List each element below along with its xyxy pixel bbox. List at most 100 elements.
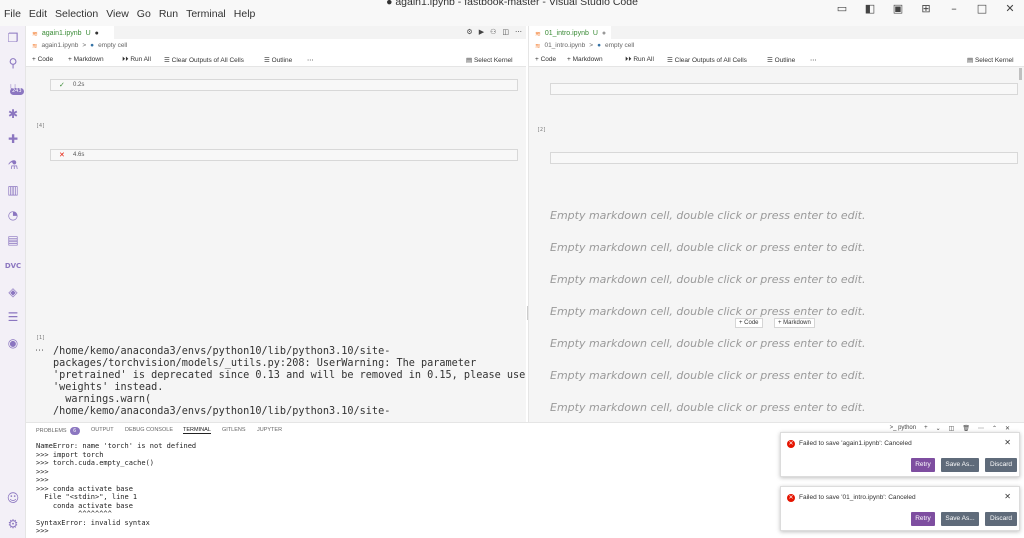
terminal-line: >>> conda activate base <box>36 484 133 493</box>
gear-icon[interactable]: ⚙ <box>466 28 472 36</box>
docker-icon[interactable]: ◈ <box>5 284 21 300</box>
extensions-icon[interactable]: ✚ <box>5 131 21 147</box>
tab-output[interactable]: OUTPUT <box>91 427 114 433</box>
trash-icon[interactable]: 🗑 <box>962 425 970 432</box>
dvc-icon[interactable]: DVC <box>5 258 21 274</box>
cell-input[interactable] <box>550 152 1018 164</box>
menu-file[interactable]: File <box>0 8 25 24</box>
debug-icon[interactable]: ⚇ <box>490 28 496 36</box>
tab-01-intro[interactable]: ≋ 01_intro.ipynb U ● <box>529 26 611 39</box>
markdown-cell[interactable]: Empty markdown cell, double click or pre… <box>550 305 865 318</box>
python-icon: ● <box>597 42 602 49</box>
chart-icon[interactable]: ▥ <box>5 182 21 198</box>
clear-outputs-button[interactable]: ☰ Clear Outputs of All Cells <box>164 56 244 64</box>
insert-code-button[interactable]: + Code <box>735 318 763 328</box>
breadcrumb-file[interactable]: 01_intro.ipynb <box>544 42 585 52</box>
tab-problems[interactable]: PROBLEMS 6 <box>36 427 80 435</box>
list-icon[interactable]: ☰ <box>5 309 21 325</box>
markdown-cell[interactable]: Empty markdown cell, double click or pre… <box>550 337 865 350</box>
insert-markdown-button[interactable]: + Markdown <box>774 318 815 328</box>
tab-jupyter[interactable]: JUPYTER <box>257 427 282 433</box>
outline-button[interactable]: ☰ Outline <box>767 56 795 64</box>
output-line: 'weights' instead. <box>53 382 164 393</box>
menu-terminal[interactable]: Terminal <box>182 8 230 24</box>
gitlens-icon[interactable]: ◔ <box>5 207 21 223</box>
outline-button[interactable]: ☰ Outline <box>264 56 292 64</box>
add-code-button[interactable]: + Code <box>32 56 53 63</box>
split-terminal-icon[interactable]: ◫ <box>949 425 955 432</box>
tab-debug-console[interactable]: DEBUG CONSOLE <box>125 427 173 433</box>
clear-outputs-button[interactable]: ☰ Clear Outputs of All Cells <box>667 56 747 64</box>
markdown-cell[interactable]: Empty markdown cell, double click or pre… <box>550 241 865 254</box>
menu-help[interactable]: Help <box>230 8 260 24</box>
split-editor-icon[interactable]: ◫ <box>502 28 509 36</box>
maximize-panel-icon[interactable]: ⌃ <box>992 425 997 432</box>
output-line: 'pretrained' is deprecated since 0.13 an… <box>53 370 526 381</box>
add-code-button[interactable]: + Code <box>535 56 556 63</box>
breadcrumb-cell[interactable]: empty cell <box>605 42 634 52</box>
run-debug-icon[interactable]: ✱ <box>5 106 21 122</box>
dirty-dot-icon[interactable]: ● <box>602 30 606 37</box>
add-markdown-button[interactable]: + Markdown <box>567 56 603 63</box>
save-as-button[interactable]: Save As... <box>941 512 979 526</box>
more-icon[interactable]: ⋯ <box>515 28 522 36</box>
testing-icon[interactable]: ⚗ <box>5 157 21 173</box>
new-terminal-icon[interactable]: + <box>924 425 928 432</box>
search-icon[interactable]: ⚲ <box>5 55 21 71</box>
menu-selection[interactable]: Selection <box>51 8 102 24</box>
close-icon[interactable]: ✕ <box>1004 2 1016 15</box>
menu-run[interactable]: Run <box>155 8 182 24</box>
discard-button[interactable]: Discard <box>985 458 1017 472</box>
execution-count: [4] <box>36 123 46 129</box>
scrollbar-thumb[interactable] <box>1019 68 1022 80</box>
github-icon[interactable]: ◉ <box>5 335 21 351</box>
close-panel-icon[interactable]: ✕ <box>1005 425 1010 432</box>
tab-terminal[interactable]: TERMINAL <box>183 427 211 434</box>
layout-icon[interactable]: ⊞ <box>920 2 932 15</box>
more-icon[interactable]: ⋯ <box>978 425 984 432</box>
markdown-cell[interactable]: Empty markdown cell, double click or pre… <box>550 369 865 382</box>
breadcrumb-file[interactable]: again1.ipynb <box>41 42 78 52</box>
more-icon[interactable]: ⋯ <box>307 56 314 64</box>
markdown-cell[interactable]: Empty markdown cell, double click or pre… <box>550 209 865 222</box>
save-as-button[interactable]: Save As... <box>941 458 979 472</box>
minimize-icon[interactable]: – <box>948 2 960 15</box>
tab-gitlens[interactable]: GITLENS <box>222 427 246 433</box>
settings-gear-icon[interactable]: ⚙ <box>5 516 21 532</box>
add-markdown-button[interactable]: + Markdown <box>68 56 104 63</box>
tab-status: U <box>592 30 598 37</box>
markdown-cell[interactable]: Empty markdown cell, double click or pre… <box>550 401 865 414</box>
output-more-icon[interactable]: ⋯ <box>35 346 44 356</box>
menu-view[interactable]: View <box>102 8 133 24</box>
layout-icon[interactable]: ◧ <box>864 2 876 15</box>
close-icon[interactable]: ✕ <box>1004 492 1011 501</box>
terminal-output[interactable]: NameError: name 'torch' is not defined >>… <box>36 442 196 536</box>
chevron-down-icon[interactable]: ⌄ <box>936 425 941 432</box>
select-kernel-button[interactable]: ▤ Select Kernel <box>967 56 1014 64</box>
breadcrumb-sep: > <box>589 42 594 49</box>
dirty-dot-icon[interactable]: ● <box>95 30 99 37</box>
retry-button[interactable]: Retry <box>911 458 935 472</box>
run-icon[interactable]: ▶ <box>479 28 484 36</box>
menu-go[interactable]: Go <box>133 8 155 24</box>
menu-edit[interactable]: Edit <box>25 8 51 24</box>
discard-button[interactable]: Discard <box>985 512 1017 526</box>
run-all-button[interactable]: ⏵⏵ Run All <box>625 56 654 64</box>
explorer-icon[interactable]: ❐ <box>5 30 21 46</box>
notebook-icon[interactable]: ▤ <box>5 232 21 248</box>
cell-input[interactable] <box>550 83 1018 95</box>
layout-icon[interactable]: ▭ <box>836 2 848 15</box>
markdown-cell[interactable]: Empty markdown cell, double click or pre… <box>550 273 865 286</box>
select-kernel-button[interactable]: ▤ Select Kernel <box>466 56 513 64</box>
breadcrumb-cell[interactable]: empty cell <box>98 42 127 52</box>
account-icon[interactable]: ☺ <box>5 490 21 506</box>
close-icon[interactable]: ✕ <box>1004 438 1011 447</box>
run-all-button[interactable]: ⏵⏵ Run All <box>122 56 151 64</box>
retry-button[interactable]: Retry <box>911 512 935 526</box>
tab-again1[interactable]: ≋ again1.ipynb U ● <box>26 26 114 39</box>
more-icon[interactable]: ⋯ <box>810 56 817 64</box>
terminal-line: >>> <box>36 467 49 476</box>
maximize-icon[interactable]: □ <box>976 2 988 15</box>
error-icon: ✕ <box>787 440 795 448</box>
layout-icon[interactable]: ▣ <box>892 2 904 15</box>
